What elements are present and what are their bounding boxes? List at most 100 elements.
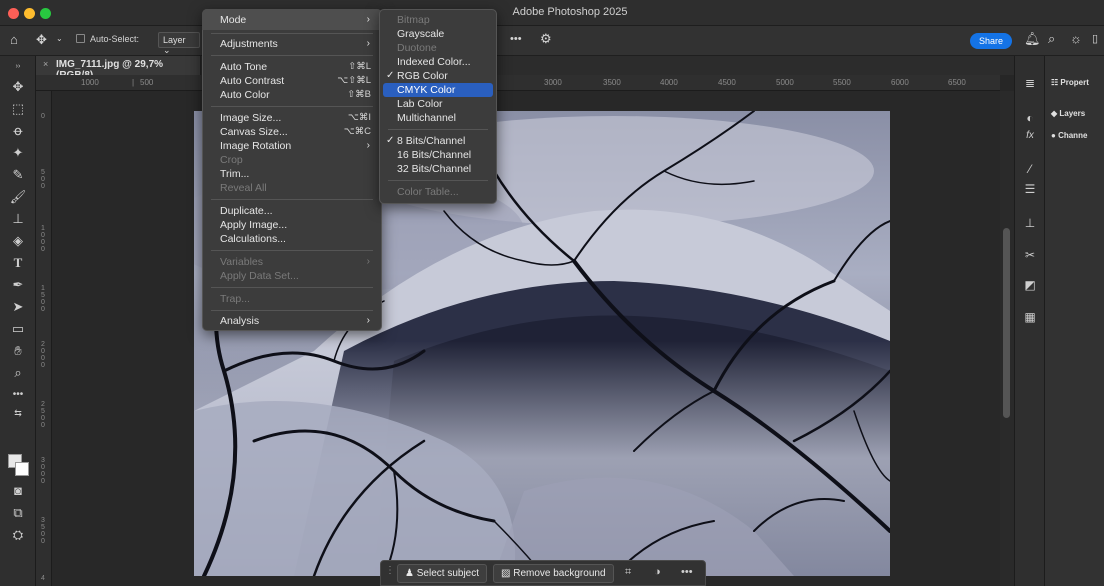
edit-toolbar-icon[interactable]: ⛭: [8, 526, 28, 544]
ruler-label: 3500: [41, 517, 45, 545]
screen-mode-icon[interactable]: ⧉: [8, 504, 28, 522]
gear-icon[interactable]: ⚙: [540, 31, 552, 47]
glyphs-icon[interactable]: ▦: [1023, 310, 1037, 324]
marquee-tool[interactable]: ⬚: [8, 100, 28, 118]
brush-settings-icon[interactable]: ⁄: [1023, 162, 1037, 176]
menu-item-auto-tone[interactable]: Auto Tone ⇧⌘L: [203, 60, 381, 74]
zoom-tool[interactable]: ⌕: [8, 364, 28, 382]
scrollbar-thumb[interactable]: [1003, 228, 1010, 418]
menu-item-image-size[interactable]: Image Size... ⌥⌘I: [203, 111, 381, 125]
menu-item-label: Analysis: [220, 315, 260, 327]
move-tool-icon[interactable]: ✥: [36, 32, 47, 48]
more-tools-icon[interactable]: •••: [8, 386, 28, 404]
panel-icon-strip: ≣ ◐ fx ⁄ ☰ ⊥ ✂ ◩ ▦: [1014, 56, 1044, 586]
menu-item-auto-color[interactable]: Auto Color ⇧⌘B: [203, 88, 381, 102]
stamp-tool[interactable]: ⊥: [8, 210, 28, 228]
search-icon[interactable]: ⌕: [1048, 31, 1055, 47]
menu-item-label: Bitmap: [397, 14, 430, 26]
eyedropper-tool[interactable]: ✎: [8, 166, 28, 184]
menu-item-32-bits[interactable]: 32 Bits/Channel: [380, 162, 496, 176]
menu-item-multichannel[interactable]: Multichannel: [380, 111, 496, 125]
menu-item-apply-image[interactable]: Apply Image...: [203, 218, 381, 232]
history-icon[interactable]: ≣: [1023, 76, 1037, 90]
lasso-tool[interactable]: ꝋ: [8, 122, 28, 140]
background-color-swatch[interactable]: [15, 462, 29, 476]
swap-colors-icon[interactable]: ⇆: [8, 404, 28, 422]
tool-presets-icon[interactable]: ✂: [1023, 248, 1037, 262]
share-button[interactable]: Share: [970, 33, 1012, 49]
menu-item-mode[interactable]: Mode ›: [203, 13, 381, 27]
shortcut-label: ⌥⇧⌘L: [337, 75, 371, 86]
menu-item-calculations[interactable]: Calculations...: [203, 232, 381, 246]
select-subject-button[interactable]: ♟ Select subject: [397, 564, 488, 583]
menu-item-8-bits[interactable]: ✓ 8 Bits/Channel: [380, 134, 496, 148]
brush-presets-icon[interactable]: ☰: [1023, 182, 1037, 196]
shortcut-label: ⇧⌘B: [347, 89, 371, 100]
menu-item-label: Trim...: [220, 168, 250, 180]
crop-icon[interactable]: ⌗: [625, 566, 631, 579]
menu-item-auto-contrast[interactable]: Auto Contrast ⌥⇧⌘L: [203, 74, 381, 88]
path-selection-tool[interactable]: ➤: [8, 298, 28, 316]
image-menu: Mode › Adjustments › Auto Tone ⇧⌘L Auto Con…: [202, 9, 382, 331]
channels-tab[interactable]: ● Channe: [1051, 131, 1087, 140]
close-tab-icon[interactable]: ×: [43, 59, 48, 69]
fx-icon[interactable]: fx: [1023, 129, 1037, 143]
auto-select-checkbox[interactable]: [76, 34, 85, 43]
info-icon[interactable]: ◩: [1023, 278, 1037, 292]
menu-item-label: Variables: [220, 256, 263, 268]
shortcut-label: ⌥⌘C: [343, 126, 371, 137]
pen-tool[interactable]: ✒: [8, 276, 28, 294]
more-options-icon[interactable]: •••: [681, 566, 693, 578]
home-icon[interactable]: ⌂: [10, 32, 18, 47]
move-tool[interactable]: ✥: [8, 78, 28, 96]
collapse-icon[interactable]: ››: [8, 58, 28, 76]
close-window-button[interactable]: [8, 8, 19, 19]
properties-tab[interactable]: ☷ Propert: [1051, 78, 1089, 87]
adjustment-layer-icon[interactable]: ◑: [654, 566, 661, 578]
menu-item-grayscale[interactable]: Grayscale: [380, 27, 496, 41]
workspace-icon[interactable]: ▯: [1092, 32, 1098, 45]
menu-item-rgb-color[interactable]: ✓ RGB Color: [380, 69, 496, 83]
menu-item-label: Grayscale: [397, 28, 445, 40]
layers-tab[interactable]: ◆ Layers: [1051, 109, 1085, 118]
auto-select-dropdown[interactable]: Layer ⌄: [158, 32, 200, 55]
menu-item-label: Duotone: [397, 42, 437, 54]
menu-item-label: Duplicate...: [220, 205, 273, 217]
minimize-window-button[interactable]: [24, 8, 35, 19]
menu-item-trim[interactable]: Trim...: [203, 167, 381, 181]
document-tab[interactable]: × IMG_7111.jpg @ 29,7% (RGB/8): [36, 56, 201, 81]
menu-item-16-bits[interactable]: 16 Bits/Channel: [380, 148, 496, 162]
menu-item-color-table: Color Table...: [380, 185, 496, 199]
chevron-down-icon[interactable]: ⌄: [56, 34, 63, 43]
more-options-button[interactable]: •••: [510, 33, 522, 45]
remove-background-button[interactable]: ▨ Remove background: [493, 564, 614, 583]
brush-tool[interactable]: 🖌︎: [8, 188, 28, 206]
menu-item-image-rotation[interactable]: Image Rotation ›: [203, 139, 381, 153]
menu-item-lab-color[interactable]: Lab Color: [380, 97, 496, 111]
bell-icon[interactable]: 🔔︎: [1024, 31, 1041, 47]
chevron-right-icon: ›: [366, 315, 370, 326]
ruler-label: 4: [41, 575, 45, 582]
adjustments-icon[interactable]: ◐: [1023, 111, 1037, 125]
menu-item-adjustments[interactable]: Adjustments ›: [203, 37, 381, 51]
drag-handle-icon[interactable]: ⋮: [385, 565, 395, 576]
discover-icon[interactable]: ☼: [1070, 31, 1082, 46]
horizontal-ruler: 1000 | 500 3000 3500 4000 4500 5000 5500…: [36, 75, 1000, 91]
eraser-tool[interactable]: ◈: [8, 232, 28, 250]
menu-item-canvas-size[interactable]: Canvas Size... ⌥⌘C: [203, 125, 381, 139]
type-tool[interactable]: T: [8, 254, 28, 272]
menu-item-indexed-color[interactable]: Indexed Color...: [380, 55, 496, 69]
menu-item-label: Auto Contrast: [220, 75, 285, 87]
hand-tool[interactable]: ✋︎: [8, 342, 28, 360]
quick-mask-icon[interactable]: ◙: [8, 482, 28, 500]
magic-wand-tool[interactable]: ✦: [8, 144, 28, 162]
rectangle-tool[interactable]: ▭: [8, 320, 28, 338]
menu-item-analysis[interactable]: Analysis ›: [203, 314, 381, 328]
zoom-window-button[interactable]: [40, 8, 51, 19]
options-bar: ⌂ ✥ ⌄ Auto-Select: Layer ⌄ ••• ⚙ Share 🔔…: [0, 26, 1104, 56]
menu-item-cmyk-color[interactable]: CMYK Color: [383, 83, 493, 97]
clone-source-icon[interactable]: ⊥: [1023, 216, 1037, 230]
ruler-label: 5500: [833, 78, 851, 87]
menu-item-duplicate[interactable]: Duplicate...: [203, 204, 381, 218]
menu-item-label: Lab Color: [397, 98, 443, 110]
